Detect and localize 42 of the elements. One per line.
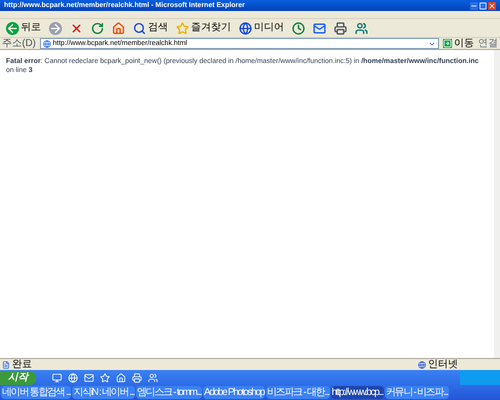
maximize-icon[interactable]: [479, 2, 487, 10]
go-button[interactable]: 이동: [443, 38, 474, 48]
back-button[interactable]: 뒤로: [2, 20, 45, 36]
quick-launch-icon[interactable]: [84, 372, 94, 382]
zone-text: 인터넷: [428, 360, 459, 370]
people-icon: [355, 22, 368, 34]
taskbar-button[interactable]: Adobe Photoshop: [203, 386, 266, 399]
go-arrow-icon: [443, 39, 452, 48]
star-icon: [176, 22, 189, 34]
links-label[interactable]: 연결: [478, 38, 498, 48]
quick-launch-icon[interactable]: [68, 372, 78, 382]
taskbar-button[interactable]: 엠디스크 - tomm...: [136, 386, 202, 399]
globe-icon: [418, 360, 426, 368]
taskbar-button[interactable]: 네이버 통합검색 ...: [1, 386, 72, 399]
minimize-icon[interactable]: [470, 2, 478, 10]
quick-launch-icon[interactable]: [52, 372, 62, 382]
close-icon[interactable]: [488, 2, 496, 10]
taskbar-button[interactable]: 비즈파크 - 대한...: [266, 386, 330, 399]
home-icon: [112, 22, 125, 34]
start-button[interactable]: 시작: [0, 370, 36, 384]
refresh-icon: [91, 22, 104, 34]
taskbar-button[interactable]: 지식iN : 네이버 ...: [72, 386, 135, 399]
mail-icon: [313, 22, 326, 34]
globe-button[interactable]: 미디어: [235, 20, 288, 36]
quick-launch-icon[interactable]: [116, 372, 126, 382]
back-icon: [6, 22, 19, 34]
globe-icon: [239, 22, 252, 34]
quick-launch-icon[interactable]: [132, 372, 142, 382]
taskbar-button[interactable]: http://www.bcp...: [330, 386, 384, 399]
system-tray: [460, 370, 500, 385]
forward-icon: [49, 22, 62, 34]
quick-launch-icon[interactable]: [148, 372, 158, 382]
stop-icon: [70, 22, 83, 34]
search-button[interactable]: 검색: [129, 20, 172, 36]
quick-launch-icon[interactable]: [100, 372, 110, 382]
address-label: 주소(D): [2, 38, 36, 48]
star-button[interactable]: 즐겨찾기: [172, 20, 235, 36]
taskbar-button[interactable]: 커뮤니 - 비즈파...: [384, 386, 449, 399]
print-icon: [334, 22, 347, 34]
history-icon: [292, 22, 305, 34]
status-text: 완료: [12, 360, 33, 370]
search-icon: [133, 22, 146, 34]
